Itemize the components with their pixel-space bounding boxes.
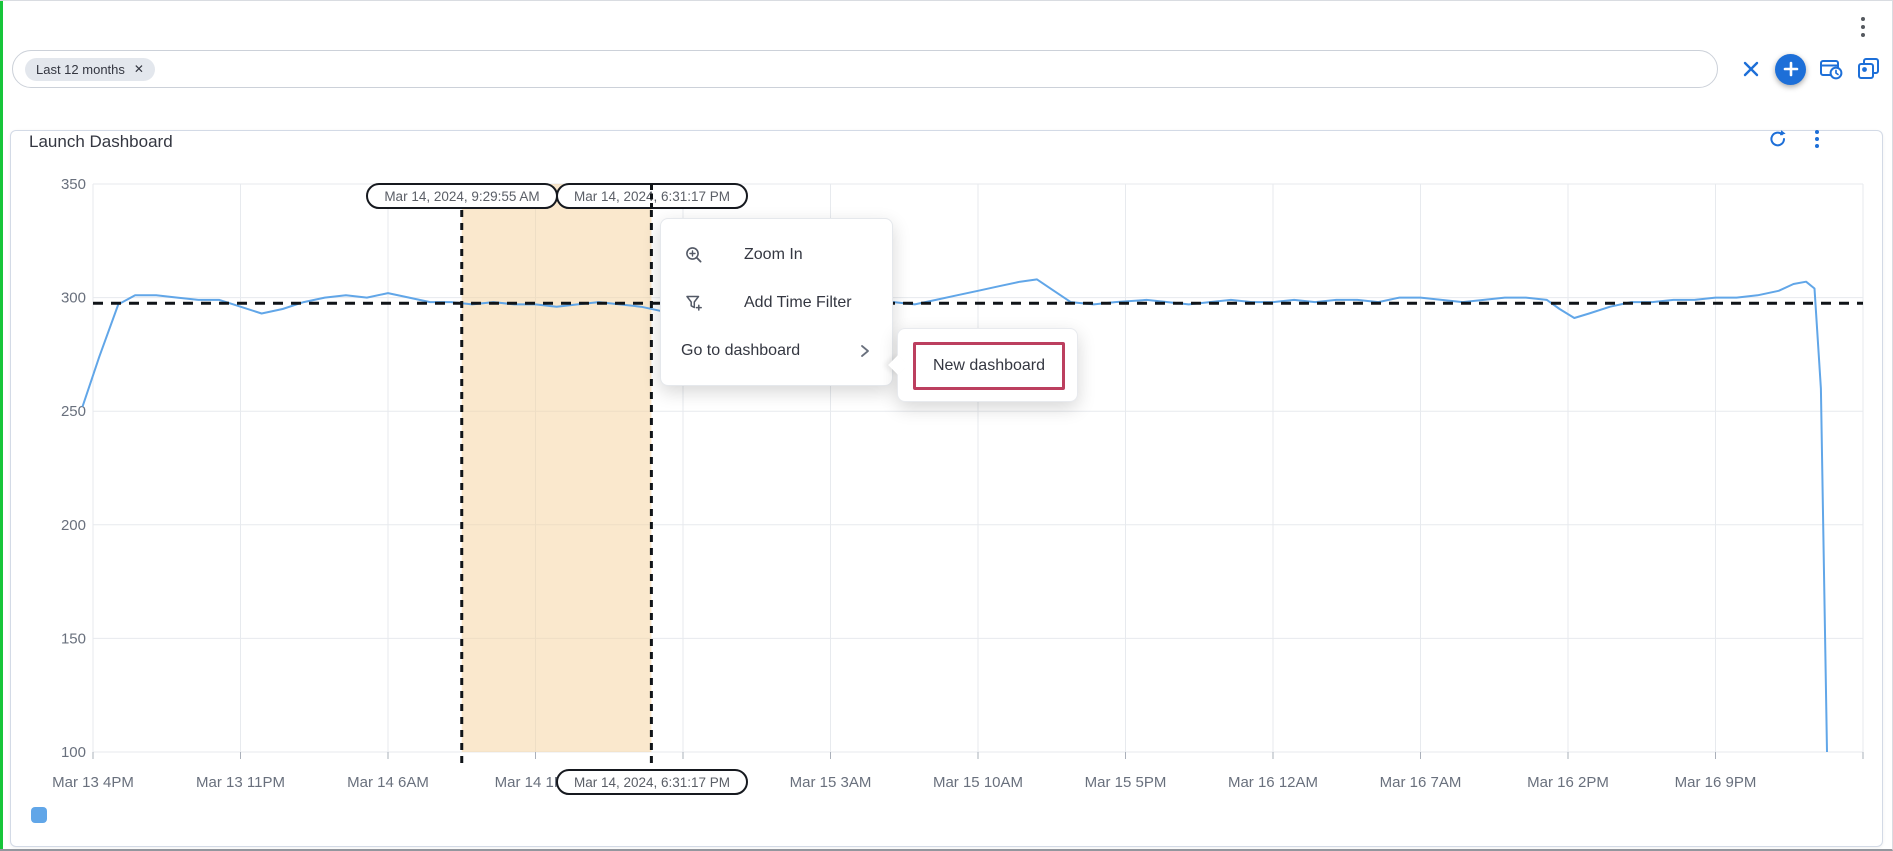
y-tick-label: 100 [61,744,86,761]
x-tick-label: Mar 13 11PM [196,774,285,791]
brush-selection-region[interactable] [462,184,652,752]
panel-title: Launch Dashboard [29,132,173,152]
screen: Last 12 months ✕ Launch Da [0,0,1893,851]
selection-end-pill-bottom: Mar 14, 2024, 6:31:17 PM [556,769,748,795]
selection-start-pill: Mar 14, 2024, 9:29:55 AM [366,183,558,209]
x-tick-label: Mar 16 9PM [1675,774,1757,791]
filter-add-icon [685,294,703,312]
y-tick-label: 350 [61,176,86,193]
y-tick-label: 200 [61,517,86,534]
menu-item-zoom-in[interactable]: Zoom In [661,231,892,279]
x-tick-label: Mar 16 2PM [1527,774,1609,791]
menu-item-label: Zoom In [744,246,803,264]
menu-item-add-time-filter[interactable]: Add Time Filter [661,279,892,327]
x-tick-label: Mar 13 4PM [52,774,134,791]
refresh-icon[interactable] [1768,129,1788,149]
go-to-dashboard-submenu: New dashboard [897,328,1078,402]
x-tick-label: Mar 14 6AM [347,774,429,791]
x-tick-label: Mar 15 3AM [790,774,872,791]
zoom-in-icon [685,246,703,264]
y-tick-label: 300 [61,290,86,307]
menu-item-go-to-dashboard[interactable]: Go to dashboard [661,327,892,375]
submenu-item-new-dashboard[interactable]: New dashboard [913,342,1065,390]
left-edge-highlight [0,1,3,851]
y-tick-label: 150 [61,630,86,647]
x-tick-label: Mar 16 7AM [1380,774,1462,791]
x-tick-label: Mar 16 12AM [1228,774,1318,791]
selection-dash-overlay [650,184,653,209]
menu-item-label: Go to dashboard [681,342,800,360]
chart-context-menu: Zoom In Add Time Filter Go to dashboard [660,218,893,386]
x-tick-label: Mar 15 5PM [1085,774,1167,791]
chevron-right-icon [858,343,872,359]
menu-item-label: Add Time Filter [744,294,852,312]
legend-swatch[interactable] [31,807,47,823]
x-tick-label: Mar 15 10AM [933,774,1023,791]
panel-kebab-menu-icon[interactable] [1814,129,1820,149]
